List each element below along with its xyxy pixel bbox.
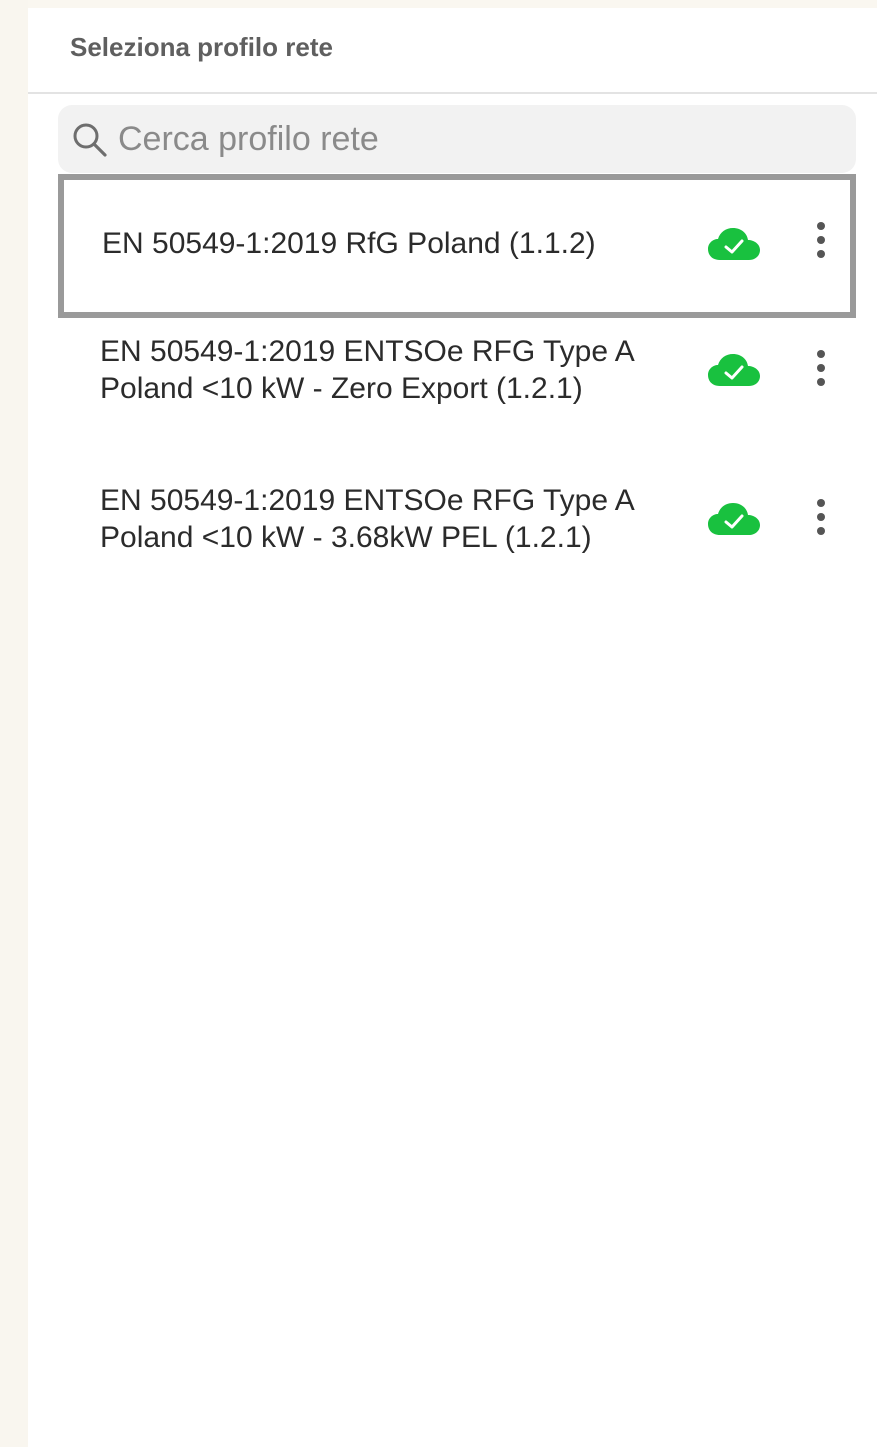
cloud-check-icon bbox=[708, 503, 760, 535]
cloud-check-icon bbox=[708, 228, 760, 260]
profile-item-label: EN 50549-1:2019 RfG Poland (1.1.2) bbox=[102, 227, 596, 260]
network-profile-panel: Seleziona profilo rete EN 50549-1:2019 R… bbox=[28, 8, 877, 1447]
top-margin bbox=[0, 0, 877, 8]
profile-item-label: EN 50549-1:2019 ENTSOe RFG Type A Poland… bbox=[100, 484, 634, 554]
panel-header: Seleziona profilo rete bbox=[28, 8, 877, 94]
more-options-icon[interactable] bbox=[806, 348, 836, 392]
more-options-icon[interactable] bbox=[806, 497, 836, 541]
more-options-icon[interactable] bbox=[806, 220, 836, 264]
left-margin bbox=[0, 0, 28, 1447]
search-bar[interactable] bbox=[58, 105, 856, 173]
page-title: Seleziona profilo rete bbox=[70, 32, 333, 62]
profile-item-rfg-poland[interactable]: EN 50549-1:2019 RfG Poland (1.1.2) bbox=[58, 174, 856, 318]
profile-item-3-68kw-pel[interactable]: EN 50549-1:2019 ENTSOe RFG Type A Poland… bbox=[58, 475, 856, 605]
search-icon bbox=[73, 123, 107, 157]
profile-item-zero-export[interactable]: EN 50549-1:2019 ENTSOe RFG Type A Poland… bbox=[58, 326, 856, 456]
search-input[interactable] bbox=[118, 105, 838, 173]
cloud-check-icon bbox=[708, 354, 760, 386]
profile-item-label: EN 50549-1:2019 ENTSOe RFG Type A Poland… bbox=[100, 335, 634, 405]
